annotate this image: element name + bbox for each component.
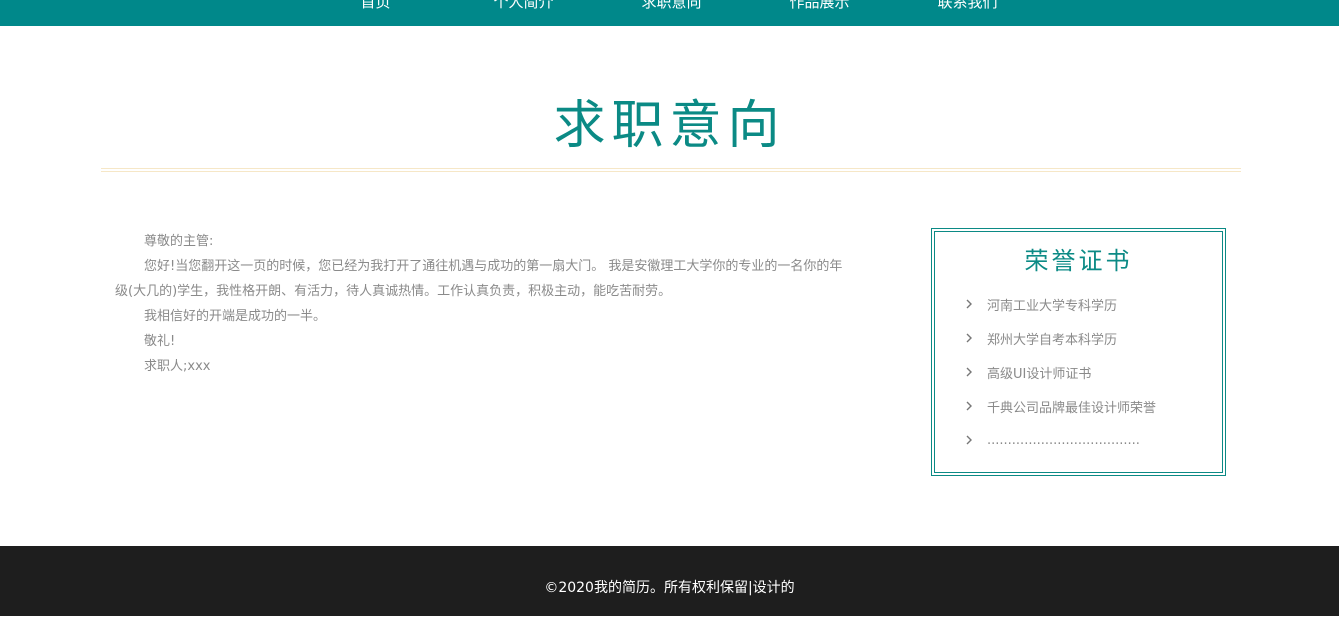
honors-panel: 荣誉证书 河南工业大学专科学历 郑州大学自考本科学历 高级UI设计师证书 千典公… <box>931 228 1226 476</box>
chevron-right-icon <box>963 434 975 446</box>
honor-item-label: 河南工业大学专科学历 <box>987 298 1118 314</box>
nav-item-contact[interactable]: 联系我们 <box>923 0 1013 15</box>
copyright-text: ©2020我的简历。所有权利保留|设计的 <box>544 580 795 596</box>
nav-item-profile[interactable]: 个人简介 <box>479 0 569 15</box>
list-item: 高级UI设计师证书 <box>963 355 1156 389</box>
title-divider <box>101 168 1241 172</box>
list-item: 河南工业大学专科学历 <box>963 287 1156 321</box>
chevron-right-icon <box>963 298 975 310</box>
list-item: ..................................... <box>963 423 1156 457</box>
letter-line: 我相信好的开端是成功的一半。 <box>144 309 327 324</box>
honor-item-label: 郑州大学自考本科学历 <box>987 332 1118 348</box>
honors-title: 荣誉证书 <box>1024 247 1133 275</box>
honor-item-label: ..................................... <box>987 432 1140 448</box>
letter-greeting: 尊敬的主管: <box>144 234 214 249</box>
chevron-right-icon <box>963 366 975 378</box>
main-nav: 首页 个人简介 求职意向 作品展示 联系我们 <box>0 0 1339 15</box>
honors-list: 河南工业大学专科学历 郑州大学自考本科学历 高级UI设计师证书 千典公司品牌最佳… <box>963 287 1156 457</box>
list-item: 郑州大学自考本科学历 <box>963 321 1156 355</box>
honor-item-label: 高级UI设计师证书 <box>987 366 1092 382</box>
page-footer: ©2020我的简历。所有权利保留|设计的 <box>0 546 1339 616</box>
honor-item-label: 千典公司品牌最佳设计师荣誉 <box>987 400 1157 416</box>
section-title: 求职意向 <box>553 96 786 156</box>
top-nav-bar: 首页 个人简介 求职意向 作品展示 联系我们 <box>0 0 1339 26</box>
nav-item-works[interactable]: 作品展示 <box>775 0 865 15</box>
honors-panel-inner: 荣誉证书 河南工业大学专科学历 郑州大学自考本科学历 高级UI设计师证书 千典公… <box>934 231 1223 473</box>
chevron-right-icon <box>963 400 975 412</box>
letter-closing: 敬礼! <box>144 334 176 349</box>
list-item: 千典公司品牌最佳设计师荣誉 <box>963 389 1156 423</box>
nav-item-job-intention[interactable]: 求职意向 <box>627 0 717 15</box>
nav-item-home[interactable]: 首页 <box>331 0 421 15</box>
chevron-right-icon <box>963 332 975 344</box>
letter-signature: 求职人;xxx <box>144 359 211 374</box>
letter-body: 您好!当您翻开这一页的时候，您已经为我打开了通往机遇与成功的第一扇大门。 我是安… <box>115 259 843 299</box>
cover-letter: 尊敬的主管: 您好!当您翻开这一页的时候，您已经为我打开了通往机遇与成功的第一扇… <box>115 229 845 379</box>
